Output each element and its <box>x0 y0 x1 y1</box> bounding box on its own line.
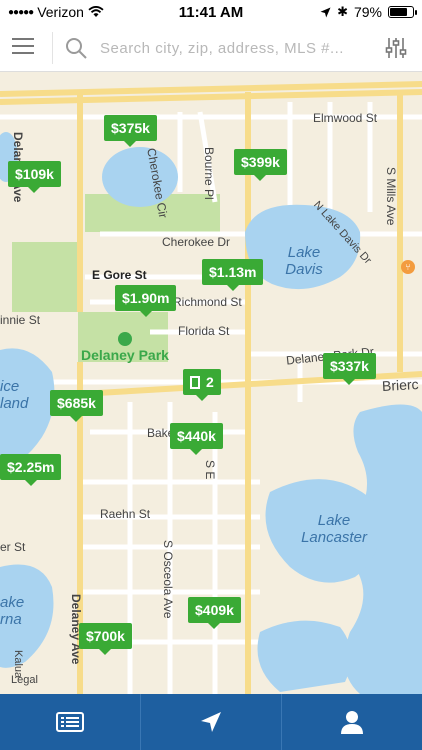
price-pin[interactable]: $2.25m <box>0 454 62 486</box>
water-label-lake-bottom-left: ake rna <box>0 594 25 628</box>
price-pin[interactable]: $409k <box>188 597 241 629</box>
water-label-lake-lancaster: Lake Lancaster <box>301 512 367 546</box>
tab-nearby[interactable] <box>141 694 282 750</box>
street-label-cherokee-dr: Cherokee Dr <box>162 235 231 249</box>
battery-percent: 79% <box>353 4 382 20</box>
price-pin[interactable]: $440k <box>170 423 223 455</box>
park-area <box>12 242 77 312</box>
street-label-briercliff: Brierc <box>381 376 419 394</box>
user-icon <box>341 711 363 734</box>
list-icon <box>56 712 84 732</box>
search-icon <box>66 38 87 59</box>
water-label-island: ice land <box>0 378 29 412</box>
menu-button[interactable] <box>12 38 36 58</box>
battery-level <box>390 8 408 16</box>
street-label-florida: Florida St <box>178 324 230 338</box>
location-services-icon <box>320 7 331 17</box>
price-pin[interactable]: $109k <box>8 161 61 193</box>
divider <box>52 32 53 64</box>
water-label-lake-davis: Lake Davis <box>285 244 323 278</box>
street-label-minnie: innie St <box>0 313 41 327</box>
price-pin[interactable]: $1.13m <box>202 259 264 291</box>
battery-icon <box>388 6 417 18</box>
tab-account[interactable] <box>282 694 422 750</box>
park-label: Delaney Park <box>81 347 169 363</box>
street-label-er-st: er St <box>0 540 26 554</box>
street-label-s-e: S E <box>203 460 217 480</box>
price-pin[interactable]: $1.90m <box>115 285 177 317</box>
price-pin[interactable]: $700k <box>79 623 132 655</box>
street-label-richmond: Richmond St <box>173 295 242 309</box>
search-input[interactable] <box>100 34 370 62</box>
building-icon <box>190 375 200 389</box>
filter-sliders-icon[interactable] <box>384 36 408 60</box>
street-label-s-osceola: S Osceola Ave <box>161 540 175 619</box>
cluster-count: 2 <box>206 374 214 390</box>
street-label-e-gore: E Gore St <box>92 268 147 282</box>
bluetooth-icon: ✱ <box>337 4 348 19</box>
map-view[interactable]: Elmwood St Cherokee Cir Bourne Pl N Lake… <box>0 72 422 694</box>
street-label-bourne-pl: Bourne Pl <box>202 147 216 200</box>
cluster-pin[interactable]: 2 <box>183 369 221 401</box>
location-arrow-icon <box>201 712 221 732</box>
menu-icon-line <box>12 45 34 47</box>
park-tree-icon <box>118 332 132 346</box>
search-bar <box>0 24 422 72</box>
price-pin[interactable]: $685k <box>50 390 103 422</box>
street-label-s-mills: S Mills Ave <box>384 167 398 226</box>
status-bar: ●●●●● Verizon 11:41 AM ✱ 79% <box>0 0 422 24</box>
tab-list[interactable] <box>0 694 141 750</box>
price-pin[interactable]: $375k <box>104 115 157 147</box>
menu-icon-line <box>12 38 34 40</box>
tab-bar <box>0 694 422 750</box>
street-label-raehn: Raehn St <box>100 507 151 521</box>
price-pin[interactable]: $399k <box>234 149 287 181</box>
street-label-elmwood: Elmwood St <box>313 111 378 125</box>
legal-link[interactable]: Legal <box>11 674 38 686</box>
menu-icon-line <box>12 52 34 54</box>
status-right: ✱ 79% <box>320 4 417 20</box>
price-pin[interactable]: $337k <box>323 353 376 385</box>
restaurant-icon[interactable]: ⑂ <box>401 260 415 274</box>
